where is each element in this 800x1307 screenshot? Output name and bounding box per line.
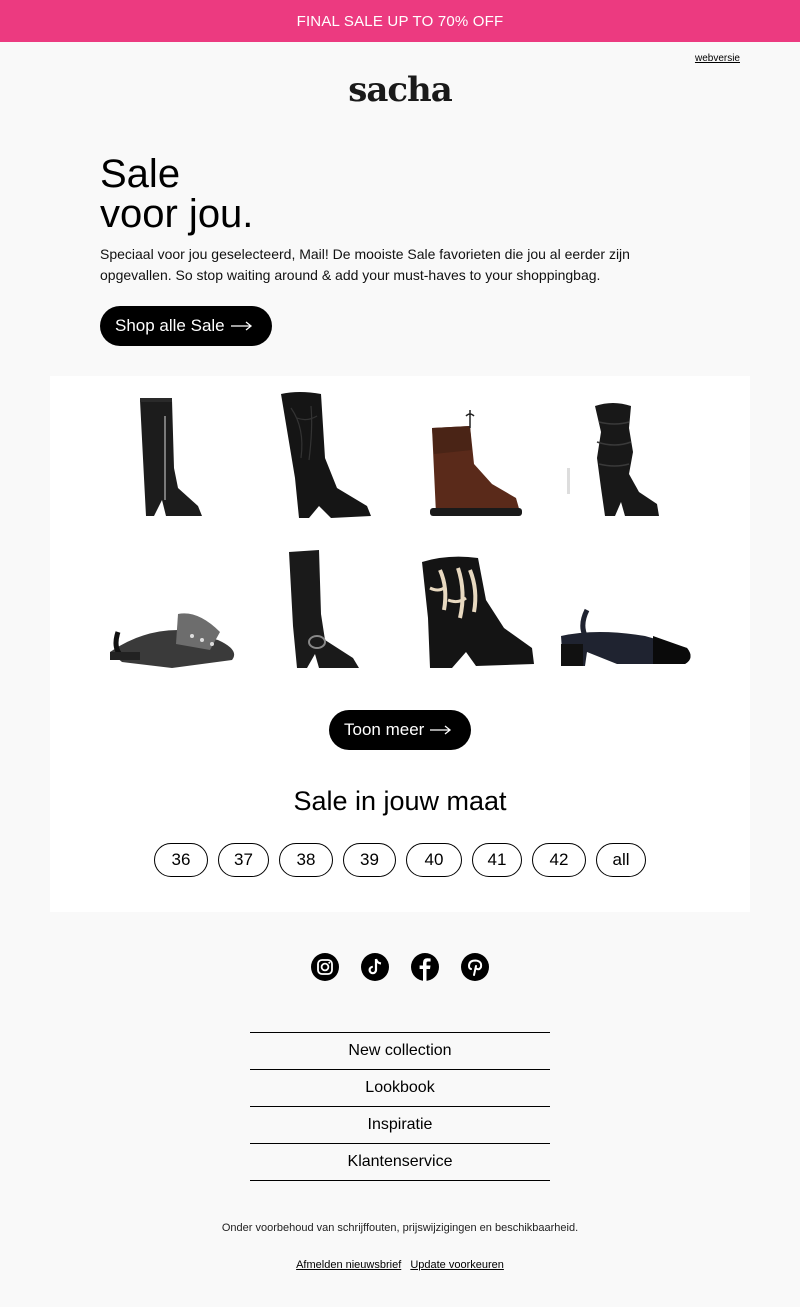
arrow-right-icon — [230, 321, 252, 331]
unsubscribe-link[interactable]: Afmelden nieuwsbrief — [296, 1259, 401, 1271]
size-button-38[interactable]: 38 — [279, 843, 333, 877]
product-tile[interactable] — [255, 388, 395, 528]
hero-title: Sale voor jou. — [100, 154, 253, 234]
slouch-black-boot-image — [567, 403, 659, 516]
instagram-icon[interactable] — [310, 952, 340, 982]
product-tile[interactable] — [102, 540, 242, 680]
western-black-boot-image — [281, 392, 371, 518]
sale-banner[interactable]: FINAL SALE UP TO 70% OFF — [0, 0, 800, 42]
show-more-button[interactable]: Toon meer — [329, 710, 471, 750]
facebook-icon[interactable] — [410, 952, 440, 982]
tall-black-boot-image — [140, 398, 202, 516]
hero-title-line-1: Sale — [100, 152, 181, 196]
product-tile[interactable] — [557, 540, 697, 680]
knee-high-harness-boot-image — [289, 550, 359, 668]
size-button-40[interactable]: 40 — [406, 843, 462, 877]
update-preferences-link[interactable]: Update voorkeuren — [410, 1259, 504, 1271]
product-tile[interactable] — [408, 540, 548, 680]
webversion-link[interactable]: webversie — [695, 53, 740, 64]
nav-link-lookbook[interactable]: Lookbook — [250, 1070, 550, 1107]
slingback-flat-image — [110, 613, 235, 668]
western-ankle-boot-image — [422, 556, 534, 668]
footer-nav: New collection Lookbook Inspiratie Klant… — [250, 1032, 550, 1181]
footer-links: Afmelden nieuwsbrief Update voorkeuren — [0, 1259, 800, 1271]
size-button-41[interactable]: 41 — [472, 843, 522, 877]
size-button-37[interactable]: 37 — [218, 843, 269, 877]
arrow-right-icon — [430, 725, 452, 735]
hero-text: Speciaal voor jou geselecteerd, Mail! De… — [100, 246, 630, 283]
tiktok-icon[interactable] — [360, 952, 390, 982]
sale-banner-text[interactable]: FINAL SALE UP TO 70% OFF — [297, 13, 504, 30]
nav-link-klantenservice[interactable]: Klantenservice — [250, 1144, 550, 1181]
sacha-logo[interactable]: sacha — [0, 70, 800, 110]
size-button-36[interactable]: 36 — [154, 843, 208, 877]
product-tile[interactable] — [255, 540, 395, 680]
shop-all-sale-button[interactable]: Shop alle Sale — [100, 306, 272, 346]
size-button-all[interactable]: all — [596, 843, 646, 877]
product-tile[interactable] — [408, 388, 548, 528]
size-button-42[interactable]: 42 — [532, 843, 586, 877]
shop-all-sale-label: Shop alle Sale — [115, 316, 225, 335]
product-tile[interactable] — [561, 388, 701, 528]
brown-ankle-boot-image — [430, 410, 522, 516]
size-section-title: Sale in jouw maat — [293, 786, 507, 816]
show-more-label: Toon meer — [344, 720, 425, 739]
slingback-pump-image — [561, 608, 691, 666]
nav-link-inspiratie[interactable]: Inspiratie — [250, 1107, 550, 1144]
size-button-39[interactable]: 39 — [343, 843, 396, 877]
pinterest-icon[interactable] — [460, 952, 490, 982]
product-tile[interactable] — [102, 388, 242, 528]
disclaimer-text: Onder voorbehoud van schrijffouten, prij… — [221, 1222, 579, 1234]
nav-link-new-collection[interactable]: New collection — [250, 1033, 550, 1070]
hero-title-line-2: voor jou. — [100, 192, 254, 236]
